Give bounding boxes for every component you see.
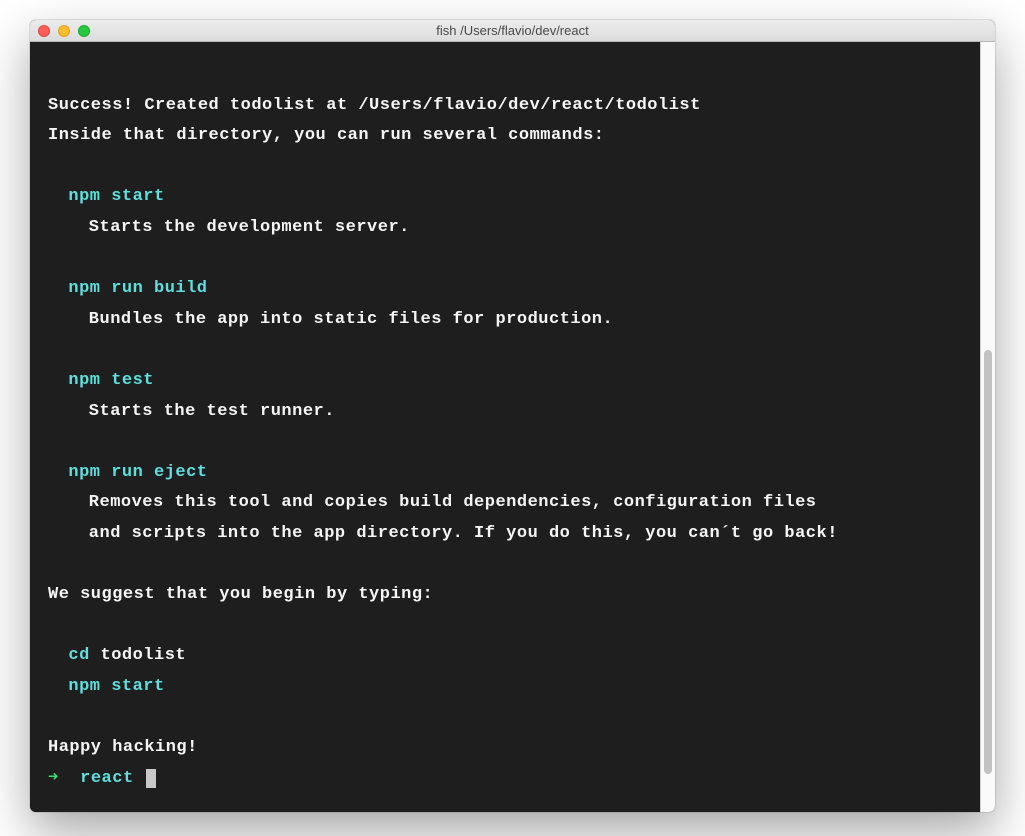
terminal-output[interactable]: Success! Created todolist at /Users/flav… bbox=[30, 42, 980, 812]
cmd-npm-start: npm start bbox=[68, 187, 164, 206]
cmd-npm-start-2: npm start bbox=[68, 677, 164, 696]
desc-npm-test: Starts the test runner. bbox=[89, 402, 335, 421]
line-suggest: We suggest that you begin by typing: bbox=[48, 585, 433, 604]
line-inside: Inside that directory, you can run sever… bbox=[48, 126, 605, 145]
desc-npm-eject-1: Removes this tool and copies build depen… bbox=[89, 493, 817, 512]
cmd-npm-test: npm test bbox=[68, 371, 154, 390]
titlebar[interactable]: fish /Users/flavio/dev/react bbox=[30, 20, 995, 42]
line-success: Success! Created todolist at /Users/flav… bbox=[48, 96, 701, 115]
scrollbar-thumb[interactable] bbox=[984, 350, 992, 774]
prompt-arrow-icon: ➜ bbox=[48, 769, 59, 788]
zoom-icon[interactable] bbox=[78, 25, 90, 37]
desc-npm-build: Bundles the app into static files for pr… bbox=[89, 310, 613, 329]
terminal-window: fish /Users/flavio/dev/react Success! Cr… bbox=[30, 20, 995, 812]
cmd-npm-build: npm run build bbox=[68, 279, 207, 298]
close-icon[interactable] bbox=[38, 25, 50, 37]
traffic-lights bbox=[38, 25, 90, 37]
prompt-cwd: react bbox=[80, 769, 134, 788]
line-happy: Happy hacking! bbox=[48, 738, 198, 757]
cmd-npm-eject: npm run eject bbox=[68, 463, 207, 482]
minimize-icon[interactable] bbox=[58, 25, 70, 37]
window-title: fish /Users/flavio/dev/react bbox=[30, 23, 995, 38]
desc-npm-start: Starts the development server. bbox=[89, 218, 410, 237]
cursor-icon bbox=[146, 769, 156, 788]
scrollbar[interactable] bbox=[980, 42, 995, 812]
cmd-cd: cd bbox=[68, 646, 89, 665]
desc-npm-eject-2: and scripts into the app directory. If y… bbox=[89, 524, 838, 543]
cd-arg: todolist bbox=[101, 646, 187, 665]
